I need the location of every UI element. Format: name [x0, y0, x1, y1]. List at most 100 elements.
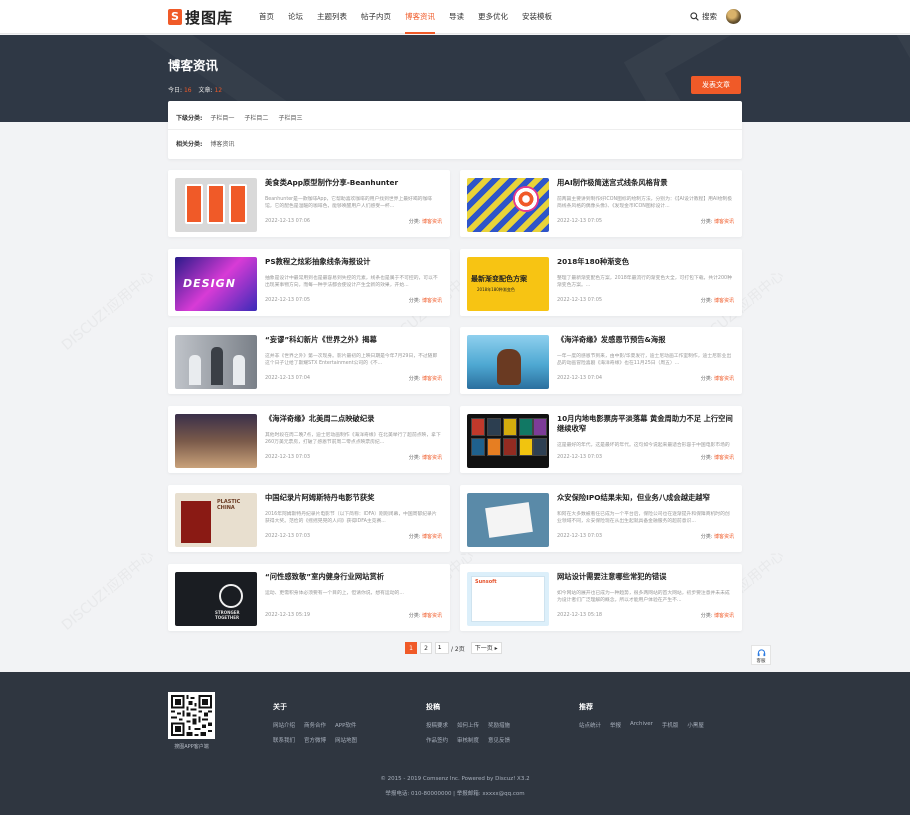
footer-link[interactable]: 手机版 — [662, 721, 679, 729]
article-thumbnail[interactable] — [175, 178, 257, 232]
search-button[interactable]: 搜索 — [690, 11, 717, 22]
article-title[interactable]: 10月内地电影票房平淡落幕 黄金周助力不足 上行空间继续收窄 — [557, 414, 733, 434]
article-card[interactable]: 《海洋奇缘》北美周二点映破纪录 其他时段在周二晚7点，迪士尼动画制作《海洋奇缘》… — [168, 406, 450, 473]
article-card[interactable]: 众安保险IPO结果未知，但业务八成会越走越窄 和阿在大多数被看任已成为一个平台后… — [460, 485, 742, 552]
page-jump-input[interactable] — [435, 642, 449, 654]
category-link[interactable]: 博客资讯 — [714, 376, 734, 382]
copyright: © 2015 - 2019 Comsenz Inc. Powered by Di… — [380, 776, 530, 782]
article-thumbnail[interactable]: 最新渐变配色方案 2018年180种渐变色 — [467, 257, 549, 311]
category-link[interactable]: 博客资讯 — [714, 455, 734, 461]
page-1-button[interactable]: 1 — [405, 642, 417, 654]
footer-link[interactable]: 作品签约 — [426, 736, 448, 744]
article-title[interactable]: 中国纪录片阿姆斯特丹电影节获奖 — [265, 493, 441, 503]
nav-blog-news[interactable]: 博客资讯 — [398, 0, 442, 34]
article-title[interactable]: 网站设计需要注意哪些常犯的错误 — [557, 572, 733, 582]
subcategory-link[interactable]: 子栏目三 — [278, 113, 302, 122]
article-title[interactable]: PS教程之炫彩抽象线条海报设计 — [265, 257, 441, 267]
article-card[interactable]: 最新渐变配色方案 2018年180种渐变色 2018年180种渐变色 整理了最新渐… — [460, 249, 742, 316]
nav-install-template[interactable]: 安装模板 — [515, 0, 559, 34]
category-link[interactable]: 博客资讯 — [422, 219, 442, 225]
article-thumbnail[interactable] — [175, 414, 257, 468]
next-page-button[interactable]: 下一页 ▸ — [470, 642, 502, 654]
new-post-button[interactable]: 发表文章 — [691, 76, 741, 94]
article-thumbnail[interactable]: STRONGER TOGETHER — [175, 572, 257, 626]
nav-topic-list[interactable]: 主题列表 — [310, 0, 354, 34]
category-link[interactable]: 博客资讯 — [422, 613, 442, 619]
category-label: 分类: — [700, 455, 713, 461]
footer-link[interactable]: 意见反馈 — [488, 736, 510, 744]
article-title[interactable]: 用AI制作极简迷宫式线条风格背景 — [557, 178, 733, 188]
article-thumbnail[interactable] — [467, 414, 549, 468]
category-link[interactable]: 博客资讯 — [714, 613, 734, 619]
article-title[interactable]: 《海洋奇缘》发感恩节预告&海报 — [557, 335, 733, 345]
article-summary: 运动、更需积身体必须要有一个目的上，但请你说，想有运动的... — [265, 591, 404, 596]
footer-link[interactable]: 官方微博 — [304, 736, 326, 744]
nav-more[interactable]: 更多优化 — [471, 0, 515, 34]
category-label: 分类: — [700, 219, 713, 225]
article-title[interactable]: 美食类App原型制作分享-Beanhunter — [265, 178, 441, 188]
article-thumbnail[interactable]: Sunsoft — [467, 572, 549, 626]
category-link[interactable]: 博客资讯 — [422, 455, 442, 461]
article-card[interactable]: 10月内地电影票房平淡落幕 黄金周助力不足 上行空间继续收窄 这是最好的年代，这… — [460, 406, 742, 473]
nav-guide[interactable]: 导读 — [442, 0, 471, 34]
nav-forum[interactable]: 论坛 — [281, 0, 310, 34]
article-title[interactable]: 2018年180种渐变色 — [557, 257, 733, 267]
article-thumbnail[interactable] — [467, 178, 549, 232]
footer-link[interactable]: 小黑屋 — [687, 721, 704, 729]
article-thumbnail[interactable] — [467, 493, 549, 547]
footer-link[interactable]: 站点统计 — [579, 721, 601, 729]
article-thumbnail[interactable] — [467, 335, 549, 389]
footer-link[interactable]: 网站介绍 — [273, 721, 295, 729]
article-card[interactable]: 用AI制作极简迷宫式线条风格背景 前两篇主要讲到制作好ICON图标的绘制方法，分… — [460, 170, 742, 237]
category-link[interactable]: 博客资讯 — [422, 298, 442, 304]
article-category: 分类: 博客资讯 — [701, 454, 734, 461]
article-card[interactable]: DESIGN PS教程之炫彩抽象线条海报设计 抽象是设计中最常用到也是最容易到失… — [168, 249, 450, 316]
category-link[interactable]: 博客资讯 — [422, 376, 442, 382]
article-category: 分类: 博客资讯 — [701, 533, 734, 540]
customer-service-button[interactable]: 客服 — [751, 645, 771, 665]
category-link[interactable]: 博客资讯 — [714, 534, 734, 540]
article-title[interactable]: 众安保险IPO结果未知，但业务八成会越走越窄 — [557, 493, 733, 503]
footer-link[interactable]: 如何上传 — [457, 721, 479, 729]
article-card[interactable]: STRONGER TOGETHER “问性感致敬”室内健身行业网站赏析 运动、更… — [168, 564, 450, 631]
article-card[interactable]: Sunsoft 网站设计需要注意哪些常犯的错误 如今网站的展开也已成为一种趋势，… — [460, 564, 742, 631]
article-thumbnail[interactable] — [175, 335, 257, 389]
article-summary: 抽象是设计中最常用到也是最容易到失控的元素，线条也是属于不可控的，可以不出现某事… — [265, 276, 438, 288]
subcategory-link[interactable]: 子栏目一 — [210, 113, 234, 122]
category-label: 分类: — [408, 455, 421, 461]
category-link[interactable]: 博客资讯 — [422, 534, 442, 540]
article-title[interactable]: 《海洋奇缘》北美周二点映破纪录 — [265, 414, 441, 424]
related-category-label: 相关分类: — [176, 141, 203, 148]
footer-link[interactable]: APP软件 — [335, 721, 356, 729]
site-logo[interactable]: S 搜图库 — [168, 8, 233, 27]
article-title[interactable]: “问性感致敬”室内健身行业网站赏析 — [265, 572, 441, 582]
nav-home[interactable]: 首页 — [252, 0, 281, 34]
pagination: 1 2 / 2页 下一页 ▸ — [405, 642, 505, 654]
nav-thread-page[interactable]: 帖子内页 — [354, 0, 398, 34]
footer-link[interactable]: 联系我们 — [273, 736, 295, 744]
thumb-caption: 最新渐变配色方案 — [471, 275, 527, 283]
related-category-link[interactable]: 博客资讯 — [210, 139, 234, 148]
footer-col-title: 推荐 — [579, 703, 593, 711]
article-category: 分类: 博客资讯 — [409, 297, 442, 304]
category-link[interactable]: 博客资讯 — [714, 219, 734, 225]
footer-link[interactable]: 网站地图 — [335, 736, 357, 744]
article-thumbnail[interactable]: DESIGN — [175, 257, 257, 311]
footer-link[interactable]: Archiver — [630, 721, 653, 729]
user-avatar[interactable] — [726, 9, 741, 24]
footer-link[interactable]: 商务合作 — [304, 721, 326, 729]
article-card[interactable]: PLASTIC CHINA 中国纪录片阿姆斯特丹电影节获奖 2016年阿姆斯特丹… — [168, 485, 450, 552]
article-card[interactable]: 美食类App原型制作分享-Beanhunter Beanhunter是一款咖啡A… — [168, 170, 450, 237]
footer-link[interactable]: 审核制度 — [457, 736, 479, 744]
article-card[interactable]: 《海洋奇缘》发感恩节预告&海报 一年一度的感恩节到来，由中影/华夏发行，迪士尼动… — [460, 327, 742, 394]
article-thumbnail[interactable]: PLASTIC CHINA — [175, 493, 257, 547]
footer-link[interactable]: 举报 — [610, 721, 621, 729]
article-title[interactable]: “妄谬”科幻新片《世界之外》揭幕 — [265, 335, 441, 345]
category-link[interactable]: 博客资讯 — [714, 298, 734, 304]
article-card[interactable]: “妄谬”科幻新片《世界之外》揭幕 这并非《世界之外》第一次现身。影片最初的上映日… — [168, 327, 450, 394]
article-date: 2022-12-13 07:03 — [557, 454, 603, 460]
page-2-button[interactable]: 2 — [420, 642, 432, 654]
subcategory-link[interactable]: 子栏目二 — [244, 113, 268, 122]
footer-link[interactable]: 奖励措施 — [488, 721, 510, 729]
footer-link[interactable]: 投稿要求 — [426, 721, 448, 729]
